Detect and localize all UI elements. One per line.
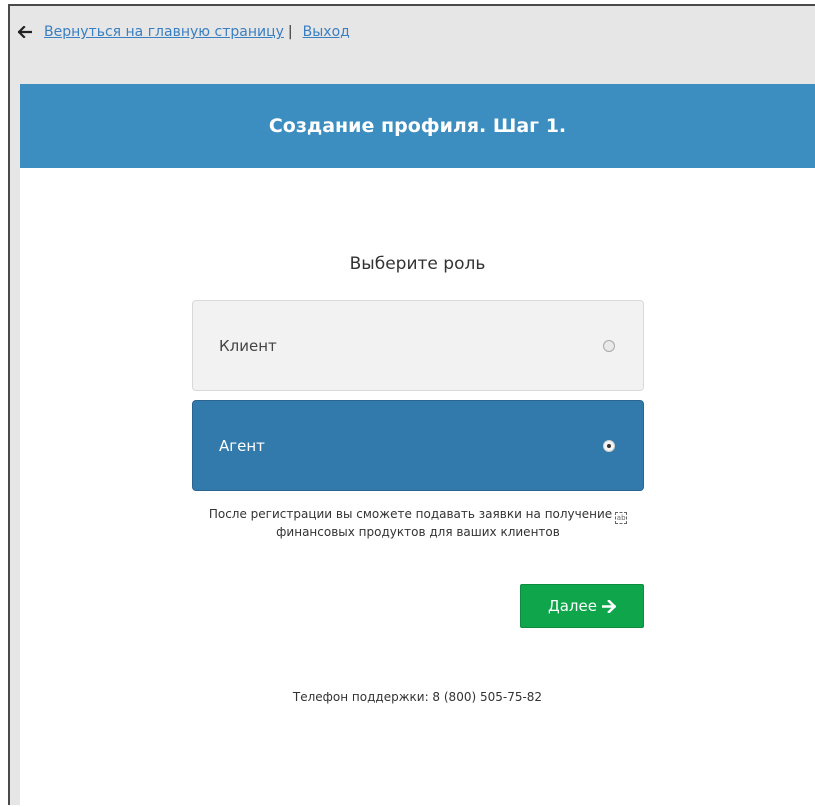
panel-header: Создание профиля. Шаг 1.	[20, 84, 815, 168]
description-line-1: После регистрации вы сможете подавать за…	[208, 507, 613, 521]
role-option-label: Агент	[219, 436, 265, 455]
role-description: После регистрации вы сможете подавать за…	[192, 506, 644, 541]
page-title: Создание профиля. Шаг 1.	[268, 115, 567, 137]
back-to-home-link[interactable]: Вернуться на главную страницу	[44, 24, 284, 40]
role-option-agent[interactable]: Агент	[192, 400, 644, 491]
arrow-left-icon[interactable]	[18, 24, 36, 40]
role-option-client[interactable]: Клиент	[192, 300, 644, 391]
nav-row: Вернуться на главную страницу | Выход	[18, 24, 350, 40]
role-option-label: Клиент	[219, 336, 277, 355]
next-button[interactable]: Далее	[520, 584, 644, 628]
nav-separator: |	[287, 24, 293, 40]
next-button-label: Далее	[548, 597, 597, 615]
logout-link[interactable]: Выход	[303, 24, 350, 40]
window-frame: Вернуться на главную страницу | Выход Со…	[8, 4, 815, 807]
profile-panel: Создание профиля. Шаг 1. Выберите роль К…	[20, 84, 815, 807]
support-phone: Телефон поддержки: 8 (800) 505-75-82	[292, 690, 543, 704]
radio-button-client[interactable]	[603, 339, 615, 352]
top-navigation: Вернуться на главную страницу | Выход	[10, 6, 815, 84]
role-prompt: Выберите роль	[349, 254, 486, 274]
info-icon: ab	[615, 512, 628, 524]
description-line-2: финансовых продуктов для ваших клиентов	[276, 525, 560, 539]
radio-button-agent[interactable]	[603, 439, 615, 452]
arrow-right-icon	[601, 599, 616, 613]
